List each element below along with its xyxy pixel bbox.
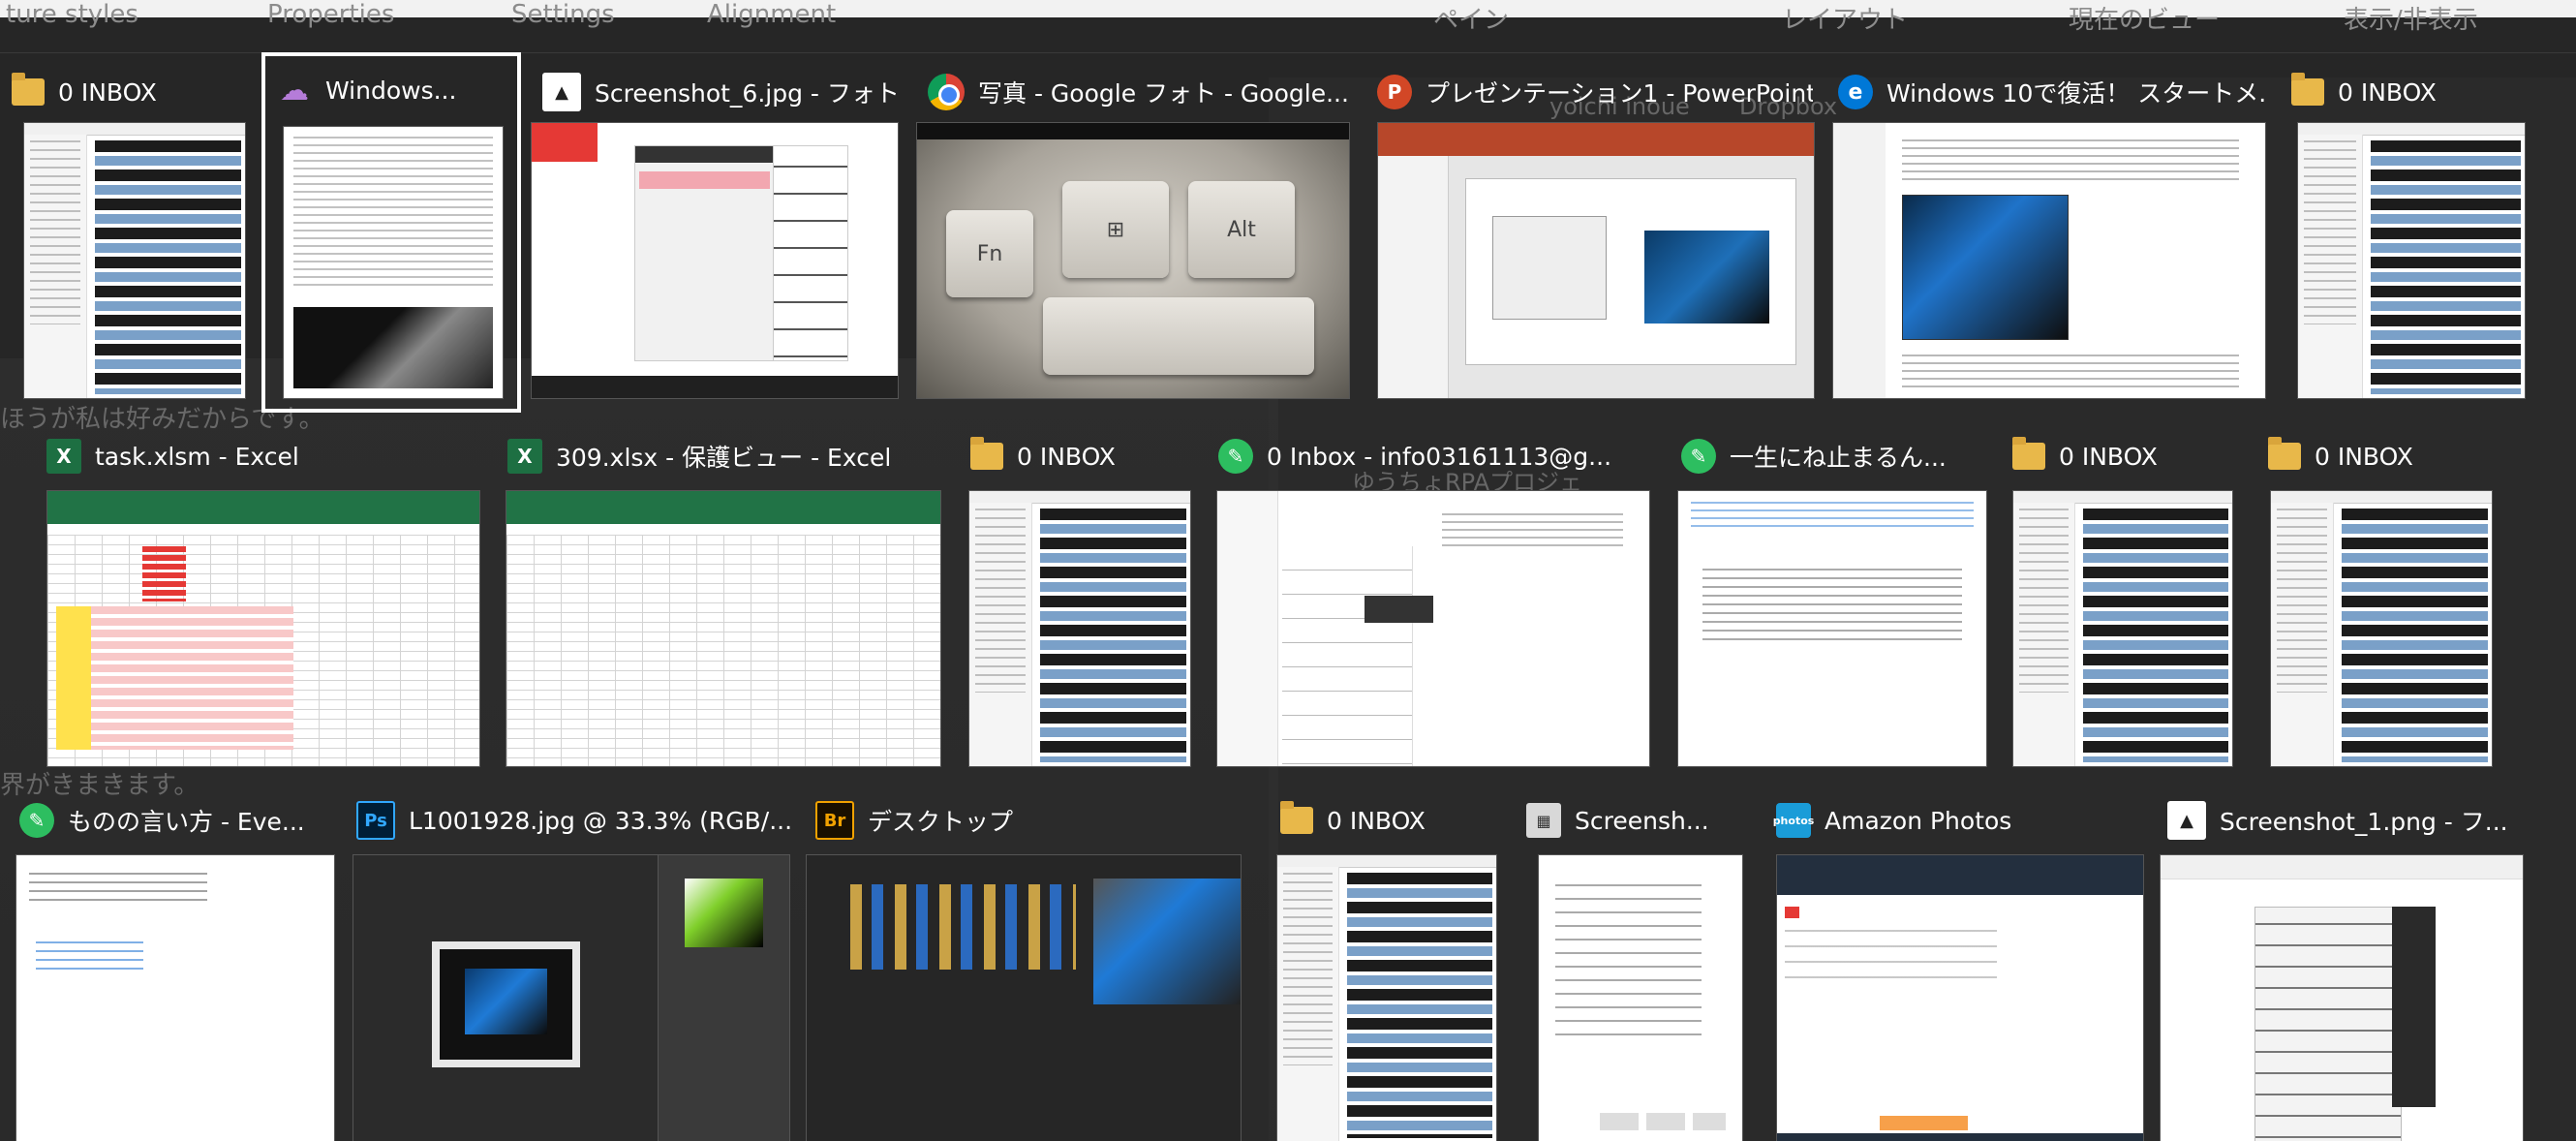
window-title: 0 INBOX bbox=[1017, 442, 1116, 471]
window-tile[interactable]: P プレゼンテーション1 - PowerPoint bbox=[1365, 58, 1815, 399]
windows-key-icon: ⊞ bbox=[1062, 181, 1169, 278]
window-thumbnail[interactable] bbox=[1776, 854, 2144, 1141]
window-tile[interactable]: Screenshot_1.png - フ... bbox=[2156, 786, 2524, 1141]
evernote-icon: ✎ bbox=[19, 803, 54, 838]
key-alt: Alt bbox=[1188, 181, 1295, 278]
window-tile[interactable]: Xtask.xlsm - Excel bbox=[35, 422, 480, 767]
window-thumbnail[interactable] bbox=[1216, 490, 1650, 767]
folder-icon bbox=[2291, 73, 2324, 106]
bg-tab: Settings bbox=[511, 0, 615, 29]
folder-icon bbox=[2012, 437, 2045, 470]
window-thumbnail[interactable] bbox=[1677, 490, 1987, 767]
bg-tab: レイアウト bbox=[1782, 6, 1909, 35]
photos-icon bbox=[542, 73, 581, 111]
window-thumbnail[interactable] bbox=[968, 490, 1191, 767]
bg-tab: 現在のビュー bbox=[2069, 6, 2221, 35]
window-tile[interactable]: 0 INBOX bbox=[0, 58, 248, 399]
window-tile[interactable]: X 309.xlsx - 保護ビュー - Excel bbox=[496, 422, 943, 767]
window-title: 0 INBOX bbox=[2315, 442, 2413, 471]
window-title: Screenshot_1.png - フ... bbox=[2220, 808, 2508, 836]
powerpoint-icon: P bbox=[1377, 75, 1412, 109]
folder-icon bbox=[2268, 437, 2301, 470]
bg-tab: ペイン bbox=[1433, 6, 1510, 35]
window-tile[interactable]: ✎ 一生にね止まるん... bbox=[1670, 422, 1987, 767]
window-thumbnail[interactable] bbox=[15, 854, 335, 1141]
window-thumbnail[interactable] bbox=[2160, 854, 2524, 1141]
window-thumbnail[interactable] bbox=[506, 490, 941, 767]
bg-tab: Properties bbox=[267, 0, 395, 29]
window-thumbnail[interactable] bbox=[2297, 122, 2526, 399]
window-title: Screensh... bbox=[1575, 806, 1709, 835]
window-thumbnail[interactable] bbox=[353, 854, 790, 1141]
window-title: Amazon Photos bbox=[1825, 806, 2012, 835]
bg-tab: ture styles bbox=[6, 0, 138, 29]
window-tile[interactable]: photos Amazon Photos bbox=[1764, 786, 2144, 1141]
window-tile[interactable]: ✎ 0 Inbox - info03161113@g... bbox=[1207, 422, 1654, 767]
window-tile[interactable]: ✎ ものの言い方 - Eve... bbox=[8, 786, 335, 1141]
edge-icon: e bbox=[1838, 75, 1873, 109]
window-title: プレゼンテーション1 - PowerPoint bbox=[1426, 79, 1813, 108]
window-thumbnail[interactable] bbox=[283, 126, 504, 399]
window-title: Windows 10で復活！ スタートメ... bbox=[1886, 79, 2266, 108]
evernote-icon: ✎ bbox=[1681, 439, 1716, 474]
bg-tab: 表示/非表示 bbox=[2344, 6, 2478, 35]
window-thumbnail[interactable] bbox=[2270, 490, 2493, 767]
window-thumbnail[interactable] bbox=[1377, 122, 1815, 399]
window-title: 0 Inbox - info03161113@g... bbox=[1267, 442, 1612, 471]
window-tile[interactable]: 0 INBOX bbox=[959, 422, 1191, 767]
window-tile[interactable]: Screenshot_6.jpg - フォト bbox=[531, 58, 901, 399]
window-title: 0 INBOX bbox=[2059, 442, 2158, 471]
window-title: 309.xlsx - 保護ビュー - Excel bbox=[556, 444, 892, 472]
bg-tab: Alignment bbox=[707, 0, 837, 29]
window-thumbnail[interactable]: Fn ⊞ Alt bbox=[916, 122, 1350, 399]
window-thumbnail[interactable] bbox=[1832, 122, 2266, 399]
folder-icon bbox=[970, 437, 1003, 470]
window-title: ものの言い方 - Eve... bbox=[68, 808, 305, 836]
key-space bbox=[1043, 297, 1314, 375]
evernote-icon: ✎ bbox=[1218, 439, 1253, 474]
bridge-icon: Br bbox=[815, 801, 854, 840]
amazon-photos-icon: photos bbox=[1773, 803, 1814, 838]
window-tile[interactable]: 0 INBOX bbox=[2256, 422, 2495, 767]
window-tile[interactable]: e Windows 10で復活！ スタートメ... bbox=[1826, 58, 2266, 399]
window-thumbnail[interactable] bbox=[46, 490, 480, 767]
window-tile[interactable]: 0 INBOX bbox=[2001, 422, 2235, 767]
window-tile[interactable]: 0 INBOX bbox=[2280, 58, 2528, 399]
window-tile[interactable]: 0 INBOX bbox=[1269, 786, 1497, 1141]
task-view-overlay: ture styles Properties Settings Alignmen… bbox=[0, 0, 2576, 1141]
excel-icon: X bbox=[46, 439, 81, 474]
window-thumbnail[interactable] bbox=[531, 122, 899, 399]
excel-icon: X bbox=[507, 439, 542, 474]
window-thumbnail[interactable] bbox=[806, 854, 1242, 1141]
window-tile[interactable]: ▦ Screensh... bbox=[1515, 786, 1743, 1141]
window-title: 写真 - Google フォト - Google... bbox=[978, 79, 1349, 108]
window-title: Screenshot_6.jpg - フォト bbox=[595, 79, 900, 108]
window-title: task.xlsm - Excel bbox=[95, 442, 299, 471]
window-title: 0 INBOX bbox=[58, 77, 157, 107]
window-title: L1001928.jpg @ 33.3% (RGB/... bbox=[409, 806, 792, 835]
window-tile-selected[interactable]: ☁ Windows... bbox=[261, 52, 521, 413]
window-title: Windows... bbox=[325, 76, 457, 105]
window-title: 0 INBOX bbox=[2338, 77, 2437, 107]
chrome-icon bbox=[928, 74, 965, 110]
cloud-icon: ☁ bbox=[280, 73, 309, 108]
window-thumbnail[interactable] bbox=[1538, 854, 1743, 1141]
window-title: 0 INBOX bbox=[1327, 806, 1426, 835]
window-thumbnail[interactable] bbox=[2012, 490, 2233, 767]
folder-icon bbox=[12, 73, 45, 106]
window-tile[interactable]: 写真 - Google フォト - Google... Fn ⊞ Alt bbox=[916, 58, 1350, 399]
window-title: デスクトップ bbox=[868, 808, 1014, 836]
window-tile[interactable]: Br デスクトップ bbox=[804, 786, 1259, 1141]
screenshot-icon: ▦ bbox=[1526, 803, 1561, 838]
window-title: 一生にね止まるん... bbox=[1730, 444, 1947, 472]
window-thumbnail[interactable] bbox=[23, 122, 246, 399]
photoshop-icon: Ps bbox=[356, 801, 395, 840]
folder-icon bbox=[1280, 801, 1313, 834]
window-tile[interactable]: Ps L1001928.jpg @ 33.3% (RGB/... bbox=[345, 786, 792, 1141]
window-thumbnail[interactable] bbox=[1276, 854, 1497, 1141]
key-fn: Fn bbox=[946, 210, 1033, 297]
photos-icon bbox=[2167, 801, 2206, 840]
